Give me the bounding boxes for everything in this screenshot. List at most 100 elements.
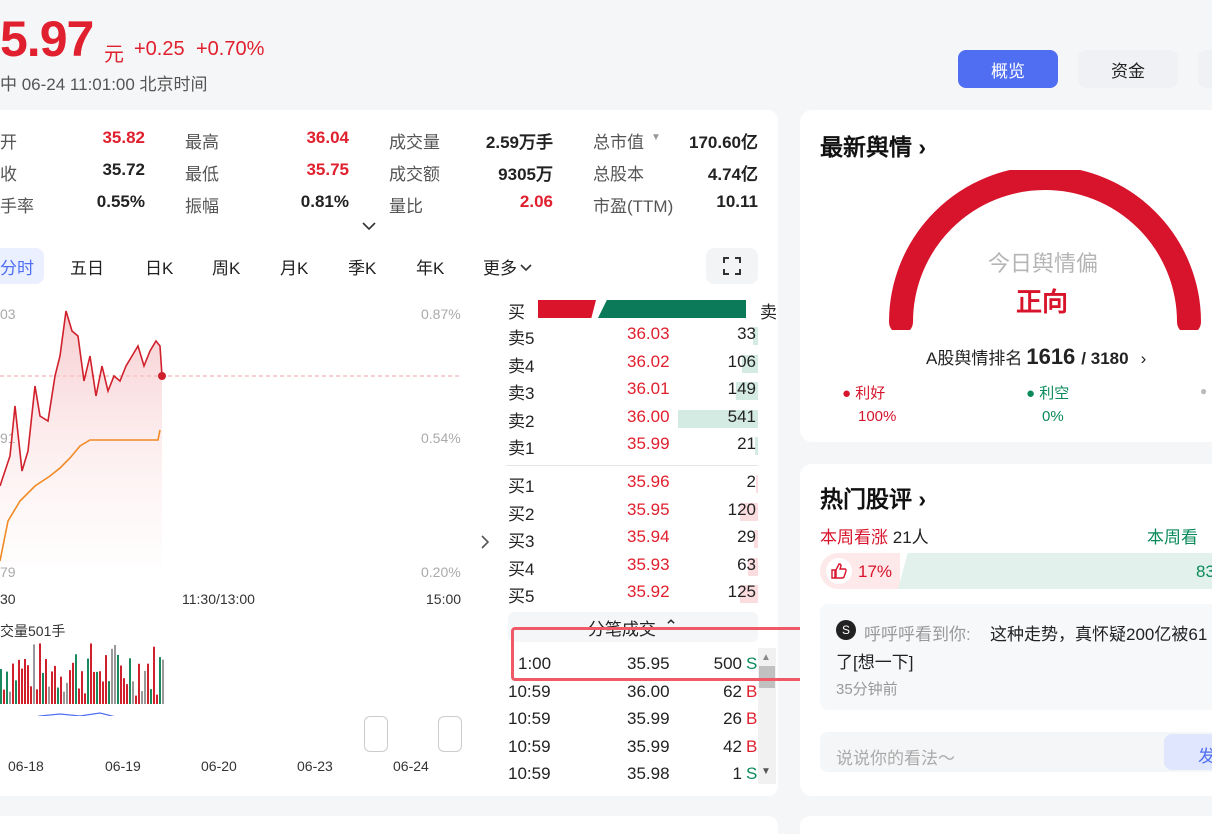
tab-monthly-k[interactable]: 月K [280,254,308,279]
tab-timeshare[interactable]: 分时 [0,248,44,284]
volume-bar [66,682,68,704]
expand-stats-icon[interactable] [360,218,378,234]
stat-value: 170.60亿 [689,133,758,152]
order-vol: 21 [737,434,756,453]
volume-bar [30,686,32,704]
caret-down-icon[interactable]: ▼ [651,132,661,143]
comment-user[interactable]: 呼呼呼看到你: [864,620,971,645]
tab-weekly-k[interactable]: 周K [212,254,240,279]
scroll-down-icon[interactable]: ▼ [761,766,771,777]
volume-bar [126,684,128,704]
bull-summary: 本周看涨 21人 [820,523,929,548]
fullscreen-button[interactable] [706,248,758,284]
volume-bar [99,671,101,704]
stat-label[interactable]: 总市值 [593,128,644,153]
send-button[interactable]: 发 [1164,734,1212,770]
range-handle-right[interactable] [438,716,462,752]
neutral-dot-icon: ● [1200,384,1208,398]
volume-bar [147,663,149,704]
sentiment-title[interactable]: 最新舆情 › [820,128,926,162]
order-price: 36.02 [627,351,670,371]
bull-label: 本周看涨 [820,528,888,547]
stat-value: 4.74亿 [707,165,758,184]
order-price: 36.00 [627,406,670,426]
overview-button[interactable]: 概览 [958,50,1058,88]
volume-bar [135,695,137,704]
sell-strength-bar [598,300,746,318]
bid-row: 买2 35.95 120 [508,500,758,527]
stat-label: 量比 [389,197,423,216]
tick-time: 10:59 [508,681,551,701]
volume-bar [3,689,5,704]
stat-label: 振幅 [185,197,219,216]
volume-bar [105,655,107,704]
stat-value: 35.75 [306,160,349,179]
volume-bar [144,670,146,704]
volume-bar [102,681,104,704]
volume-bar [123,678,125,704]
order-price: 35.92 [627,582,670,601]
order-label: 买4 [508,559,535,579]
volume-bar [84,693,86,704]
order-label: 买3 [508,532,535,551]
volume-bar [36,689,38,704]
funds-button[interactable]: 资金 [1078,50,1178,88]
tab-daily-k[interactable]: 日K [145,254,173,279]
stat-label: 最低 [185,165,219,184]
order-vol: 106 [727,351,756,371]
tab-quarterly-k[interactable]: 季K [348,254,376,279]
more-tab-button[interactable] [1198,50,1212,88]
stat-label: 成交额 [389,165,440,184]
tick-side: B [746,709,758,728]
date-label: 06-24 [393,758,429,774]
order-label: 买2 [508,504,535,524]
volume-bar [54,665,56,704]
good-legend: ● 利好 [842,382,885,403]
comment-time: 35分钟前 [836,681,898,698]
tab-yearly-k[interactable]: 年K [416,254,444,279]
comment-text: 这种走势，真怀疑200亿被61 [990,625,1208,644]
date-label: 06-18 [8,758,44,774]
comment-input-placeholder: 说说你的看法～ [836,749,955,768]
tick-side: S [746,764,758,783]
intraday-chart[interactable] [0,296,470,716]
chevron-right-icon: › [912,134,927,160]
tick-price: 35.99 [627,736,670,756]
order-vol: 541 [727,406,756,426]
volume-bars [0,643,164,704]
volume-bar [90,643,92,704]
tab-5day[interactable]: 五日 [70,254,104,279]
tab-more[interactable]: 更多 [483,254,533,279]
volume-bar [6,671,8,704]
volume-bar [78,688,80,704]
sell-label: 卖 [760,303,777,322]
ask-row: 卖3 36.01 149 [508,379,758,406]
collapse-arrow-icon[interactable] [478,532,492,557]
order-label: 买5 [508,587,535,606]
hot-title-text: 热门股评 [820,486,912,512]
volume-bar [96,671,98,704]
bear-vote-bar[interactable] [898,553,1212,589]
volume-bar [117,654,119,704]
tick-vol: 42 [723,736,742,756]
tick-time: 10:59 [508,736,551,756]
stat-value: 10.11 [716,192,758,211]
thumbs-up-icon[interactable] [826,558,852,584]
tick-time: 10:59 [508,709,551,728]
tick-price: 35.98 [627,764,670,783]
range-handle-left[interactable] [364,716,388,752]
bad-legend: ● 利空 [1026,382,1069,403]
sentiment-rank[interactable]: A股舆情排名 1616 / 3180 › [926,344,1146,370]
hot-title[interactable]: 热门股评 › [820,480,926,514]
order-price: 35.96 [627,472,670,491]
tick-side: B [746,681,758,701]
order-vol: 149 [727,379,756,398]
ask-row: 卖2 36.00 541 [508,407,758,434]
avatar[interactable]: S [836,620,856,640]
bid-row: 买5 35.92 125 [508,582,758,609]
volume-bar [48,686,50,704]
volume-bar [72,662,74,704]
date-label: 06-23 [297,758,333,774]
volume-bar [120,665,122,704]
stat-value: 2.59万手 [485,133,553,152]
